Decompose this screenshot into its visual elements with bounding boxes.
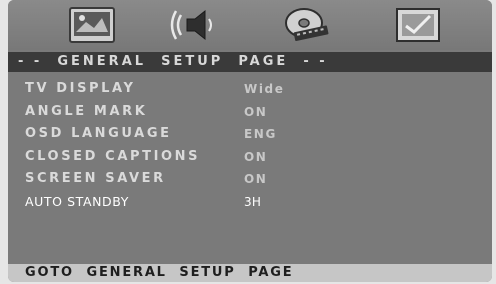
menu-item-value: ENG <box>244 127 277 141</box>
menu-item-value: ON <box>244 172 268 186</box>
menu-item-osd-language[interactable]: OSD LANGUAGE ENG <box>8 123 492 146</box>
menu-item-value: Wide <box>244 82 285 96</box>
video-setup-icon[interactable] <box>280 4 332 46</box>
preference-setup-icon[interactable] <box>392 4 444 46</box>
menu-item-closed-captions[interactable]: CLOSED CAPTIONS ON <box>8 146 492 169</box>
audio-setup-icon[interactable] <box>168 4 220 46</box>
setup-menu: TV DISPLAY Wide ANGLE MARK ON OSD LANGUA… <box>8 78 492 213</box>
page-title: - - GENERAL SETUP PAGE - - <box>8 52 492 72</box>
menu-item-label: OSD LANGUAGE <box>25 126 172 141</box>
menu-item-auto-standby[interactable]: AUTO STANDBY 3H <box>8 191 492 214</box>
general-setup-icon[interactable] <box>66 4 118 46</box>
menu-item-value: ON <box>244 149 268 164</box>
menu-item-tv-display[interactable]: TV DISPLAY Wide <box>8 78 492 101</box>
menu-item-label: AUTO STANDBY <box>25 193 130 209</box>
setup-category-bar <box>8 0 492 50</box>
menu-item-value: ON <box>244 104 268 119</box>
menu-item-label: TV DISPLAY <box>25 81 136 96</box>
menu-item-value: 3H <box>244 194 262 209</box>
menu-item-label: SCREEN SAVER <box>25 171 166 186</box>
osd-screen: - - GENERAL SETUP PAGE - - TV DISPLAY Wi… <box>8 0 492 282</box>
menu-item-label: CLOSED CAPTIONS <box>25 148 201 164</box>
menu-item-screen-saver[interactable]: SCREEN SAVER ON <box>8 168 492 191</box>
menu-item-angle-mark[interactable]: ANGLE MARK ON <box>8 101 492 124</box>
menu-item-label: ANGLE MARK <box>25 103 148 119</box>
status-bar: GOTO GENERAL SETUP PAGE <box>8 264 492 282</box>
tv-frame: - - GENERAL SETUP PAGE - - TV DISPLAY Wi… <box>0 0 496 284</box>
